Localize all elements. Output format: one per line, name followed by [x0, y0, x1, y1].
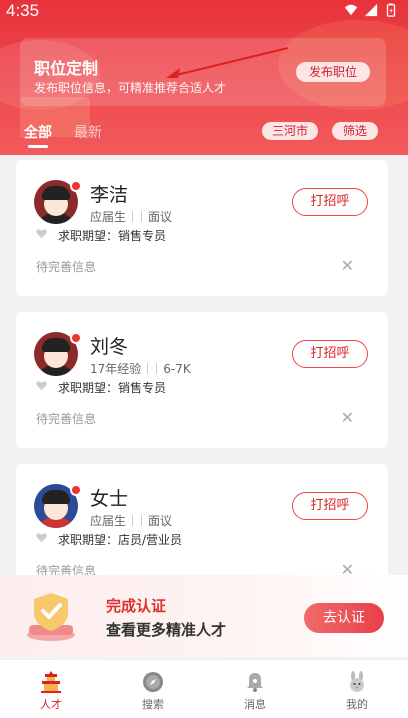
bottom-nav: 人才 搜索 消息 我的 [0, 659, 408, 718]
nav-item-talent[interactable]: 人才 [0, 660, 102, 718]
status-time: 4:35 [6, 1, 40, 20]
publish-job-button[interactable]: 发布职位 [296, 62, 370, 82]
candidate-card[interactable]: 李洁 应届生 面议 打招呼 求职期望：销售专员 待完善信息 ✕ [16, 160, 388, 296]
job-expectation: 求职期望：销售专员 [58, 381, 167, 395]
city-filter-button[interactable]: 三河市 [262, 122, 318, 140]
candidate-name: 李洁 [90, 184, 129, 206]
battery-icon [386, 3, 396, 17]
job-custom-subtitle: 发布职位信息，可精准推荐合适人才 [34, 81, 227, 95]
nav-item-messages[interactable]: 消息 [204, 660, 306, 718]
tab-latest[interactable]: 最新 [74, 122, 102, 142]
salary-label: 面议 [148, 514, 173, 528]
candidate-meta: 17年经验 6-7K [90, 360, 191, 377]
tab-all[interactable]: 全部 [24, 122, 52, 148]
filter-button[interactable]: 筛选 [332, 122, 378, 140]
certify-title: 完成认证 [106, 597, 167, 615]
incomplete-info-label: 待完善信息 [36, 260, 97, 274]
candidate-meta: 应届生 面议 [90, 208, 172, 225]
status-bar: 4:35 [0, 0, 408, 24]
verified-badge-icon [70, 484, 82, 496]
annotation-arrow-icon [166, 47, 289, 78]
salary-label: 6-7K [163, 361, 191, 376]
signal-icon [364, 3, 378, 17]
heart-icon [36, 533, 47, 543]
job-custom-title: 职位定制 [34, 59, 99, 78]
nav-item-mine[interactable]: 我的 [306, 660, 408, 718]
close-icon[interactable]: ✕ [341, 408, 354, 427]
nav-label: 人才 [40, 698, 62, 711]
rabbit-icon [350, 671, 364, 692]
certify-banner[interactable]: 完成认证 查看更多精准人才 去认证 [0, 575, 408, 657]
greet-button[interactable]: 打招呼 [292, 188, 368, 216]
certify-button[interactable]: 去认证 [304, 603, 384, 633]
candidate-name: 刘冬 [90, 336, 129, 358]
candidate-name: 女士 [90, 488, 129, 510]
header-banner: 4:35 职位定制 发布职位信息，可精准推荐合适人才 发布职位 全部 最新 三河… [0, 0, 408, 155]
candidate-meta: 应届生 面议 [90, 512, 172, 529]
shield-check-icon [27, 593, 75, 641]
nav-label: 我的 [346, 698, 368, 711]
candidate-card[interactable]: 刘冬 17年经验 6-7K 打招呼 求职期望：销售专员 待完善信息 ✕ [16, 312, 388, 448]
incomplete-info-label: 待完善信息 [36, 412, 97, 426]
greet-button[interactable]: 打招呼 [292, 492, 368, 520]
list-tabs: 全部 最新 [24, 122, 102, 148]
bell-icon [247, 673, 263, 692]
experience-label: 应届生 [90, 514, 127, 528]
job-expectation: 求职期望：销售专员 [58, 229, 167, 243]
compass-icon [143, 672, 163, 692]
salary-label: 面议 [148, 210, 173, 224]
greet-button[interactable]: 打招呼 [292, 340, 368, 368]
temple-icon [41, 671, 61, 693]
certify-subtitle: 查看更多精准人才 [106, 621, 227, 639]
close-icon[interactable]: ✕ [341, 256, 354, 275]
nav-item-search[interactable]: 搜索 [102, 660, 204, 718]
experience-label: 应届生 [90, 210, 127, 224]
experience-label: 17年经验 [90, 362, 142, 376]
heart-icon [36, 381, 47, 391]
nav-label: 搜索 [142, 698, 164, 711]
wifi-icon [344, 4, 358, 16]
heart-icon [36, 229, 47, 239]
verified-badge-icon [70, 180, 82, 192]
job-expectation: 求职期望：店员/营业员 [58, 533, 183, 547]
verified-badge-icon [70, 332, 82, 344]
nav-label: 消息 [244, 698, 266, 711]
